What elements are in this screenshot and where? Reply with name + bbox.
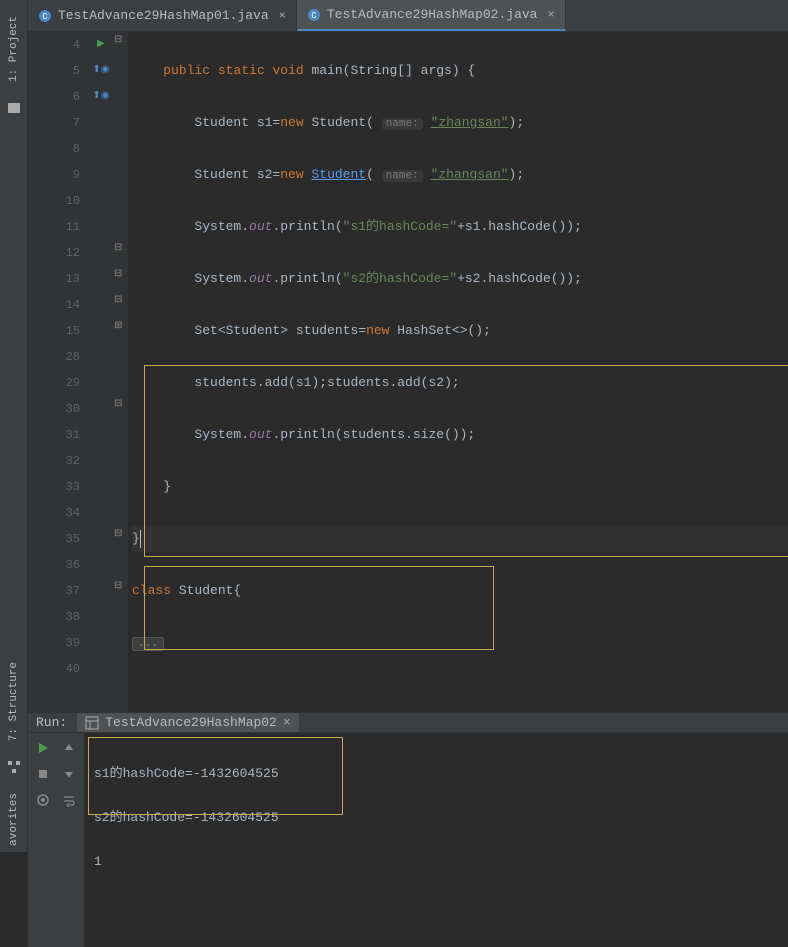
tab-file-1[interactable]: C TestAdvance29HashMap01.java × — [28, 0, 297, 31]
wrap-button[interactable] — [58, 789, 80, 811]
run-header: Run: TestAdvance29HashMap02 × — [28, 713, 788, 733]
structure-icon — [6, 759, 22, 775]
folded-region[interactable]: ... — [132, 637, 164, 651]
fold-gutter: ⊟ ⊟ ⊟ ⊟ ⊞ ⊟ ⊟ ⊟ — [114, 32, 128, 712]
run-gutter-icon[interactable]: ▶ — [88, 32, 114, 58]
code-content[interactable]: public static void main(String[] args) {… — [128, 32, 788, 712]
gutter-icons: ▶ ⬆◉ ⬆◉ — [88, 32, 114, 712]
editor-tabs: C TestAdvance29HashMap01.java × C TestAd… — [28, 0, 788, 32]
project-tool-button[interactable]: 1: Project — [6, 12, 22, 86]
structure-tool-button[interactable]: 7: Structure — [6, 658, 22, 745]
rerun-button[interactable] — [32, 737, 54, 759]
java-class-icon: C — [307, 8, 321, 22]
svg-text:C: C — [311, 11, 317, 21]
main-area: C TestAdvance29HashMap01.java × C TestAd… — [28, 0, 788, 852]
up-button[interactable] — [58, 737, 80, 759]
override-gutter-icon[interactable]: ⬆◉ — [88, 84, 114, 110]
run-output[interactable]: s1的hashCode=-1432604525 s2的hashCode=-143… — [84, 733, 788, 947]
stop-button[interactable] — [32, 763, 54, 785]
text-cursor — [140, 530, 141, 548]
project-icon — [6, 100, 22, 116]
layout-icon — [85, 716, 99, 730]
line-number-gutter: 456 789 101112 131415 282930 313233 3435… — [28, 32, 88, 712]
code-editor[interactable]: 456 789 101112 131415 282930 313233 3435… — [28, 32, 788, 712]
tool-window-sidebar: 1: Project 7: Structure avorites — [0, 0, 28, 852]
close-icon[interactable]: × — [283, 715, 291, 730]
override-gutter-icon[interactable]: ⬆◉ — [88, 58, 114, 84]
run-tool-window: Run: TestAdvance29HashMap02 × s1的hashCod… — [28, 712, 788, 852]
svg-text:C: C — [42, 12, 48, 22]
run-config-tab[interactable]: TestAdvance29HashMap02 × — [77, 713, 298, 732]
run-toolbar — [28, 733, 84, 947]
tab-file-2[interactable]: C TestAdvance29HashMap02.java × — [297, 0, 566, 31]
close-icon[interactable]: × — [279, 9, 286, 23]
java-class-icon: C — [38, 9, 52, 23]
tab-label: TestAdvance29HashMap01.java — [58, 8, 269, 23]
run-label: Run: — [36, 715, 67, 730]
toggle-button[interactable] — [32, 789, 54, 811]
tab-label: TestAdvance29HashMap02.java — [327, 7, 538, 22]
down-button[interactable] — [58, 763, 80, 785]
favorites-tool-button[interactable]: avorites — [6, 789, 22, 850]
close-icon[interactable]: × — [547, 8, 554, 22]
